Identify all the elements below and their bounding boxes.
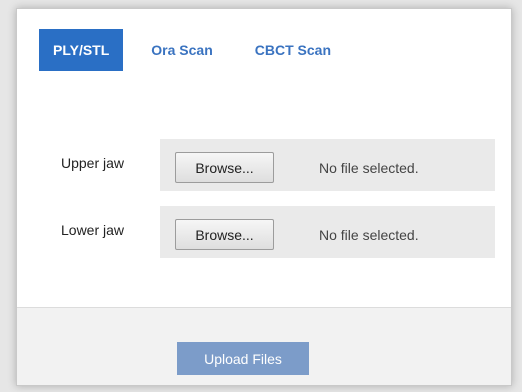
tab-ora-scan[interactable]: Ora Scan bbox=[137, 29, 226, 71]
upper-jaw-file-status: No file selected. bbox=[319, 160, 419, 176]
upload-dialog: PLY/STL Ora Scan CBCT Scan Upper jaw Bro… bbox=[16, 8, 512, 386]
tab-cbct-scan[interactable]: CBCT Scan bbox=[241, 29, 345, 71]
upper-jaw-label: Upper jaw bbox=[61, 155, 125, 171]
scan-type-tabs: PLY/STL Ora Scan CBCT Scan bbox=[39, 29, 359, 71]
lower-jaw-file-status: No file selected. bbox=[319, 227, 419, 243]
upper-jaw-row: Upper jaw Browse... No file selected. bbox=[17, 139, 511, 191]
lower-jaw-file-picker: Browse... No file selected. bbox=[160, 206, 495, 258]
upper-jaw-browse-button[interactable]: Browse... bbox=[175, 152, 274, 183]
tab-ply-stl[interactable]: PLY/STL bbox=[39, 29, 124, 71]
dialog-footer: Upload Files bbox=[17, 307, 511, 385]
lower-jaw-label: Lower jaw bbox=[61, 222, 125, 238]
lower-jaw-row: Lower jaw Browse... No file selected. bbox=[17, 206, 511, 258]
upper-jaw-file-picker: Browse... No file selected. bbox=[160, 139, 495, 191]
lower-jaw-browse-button[interactable]: Browse... bbox=[175, 219, 274, 250]
upload-files-button[interactable]: Upload Files bbox=[177, 342, 309, 375]
